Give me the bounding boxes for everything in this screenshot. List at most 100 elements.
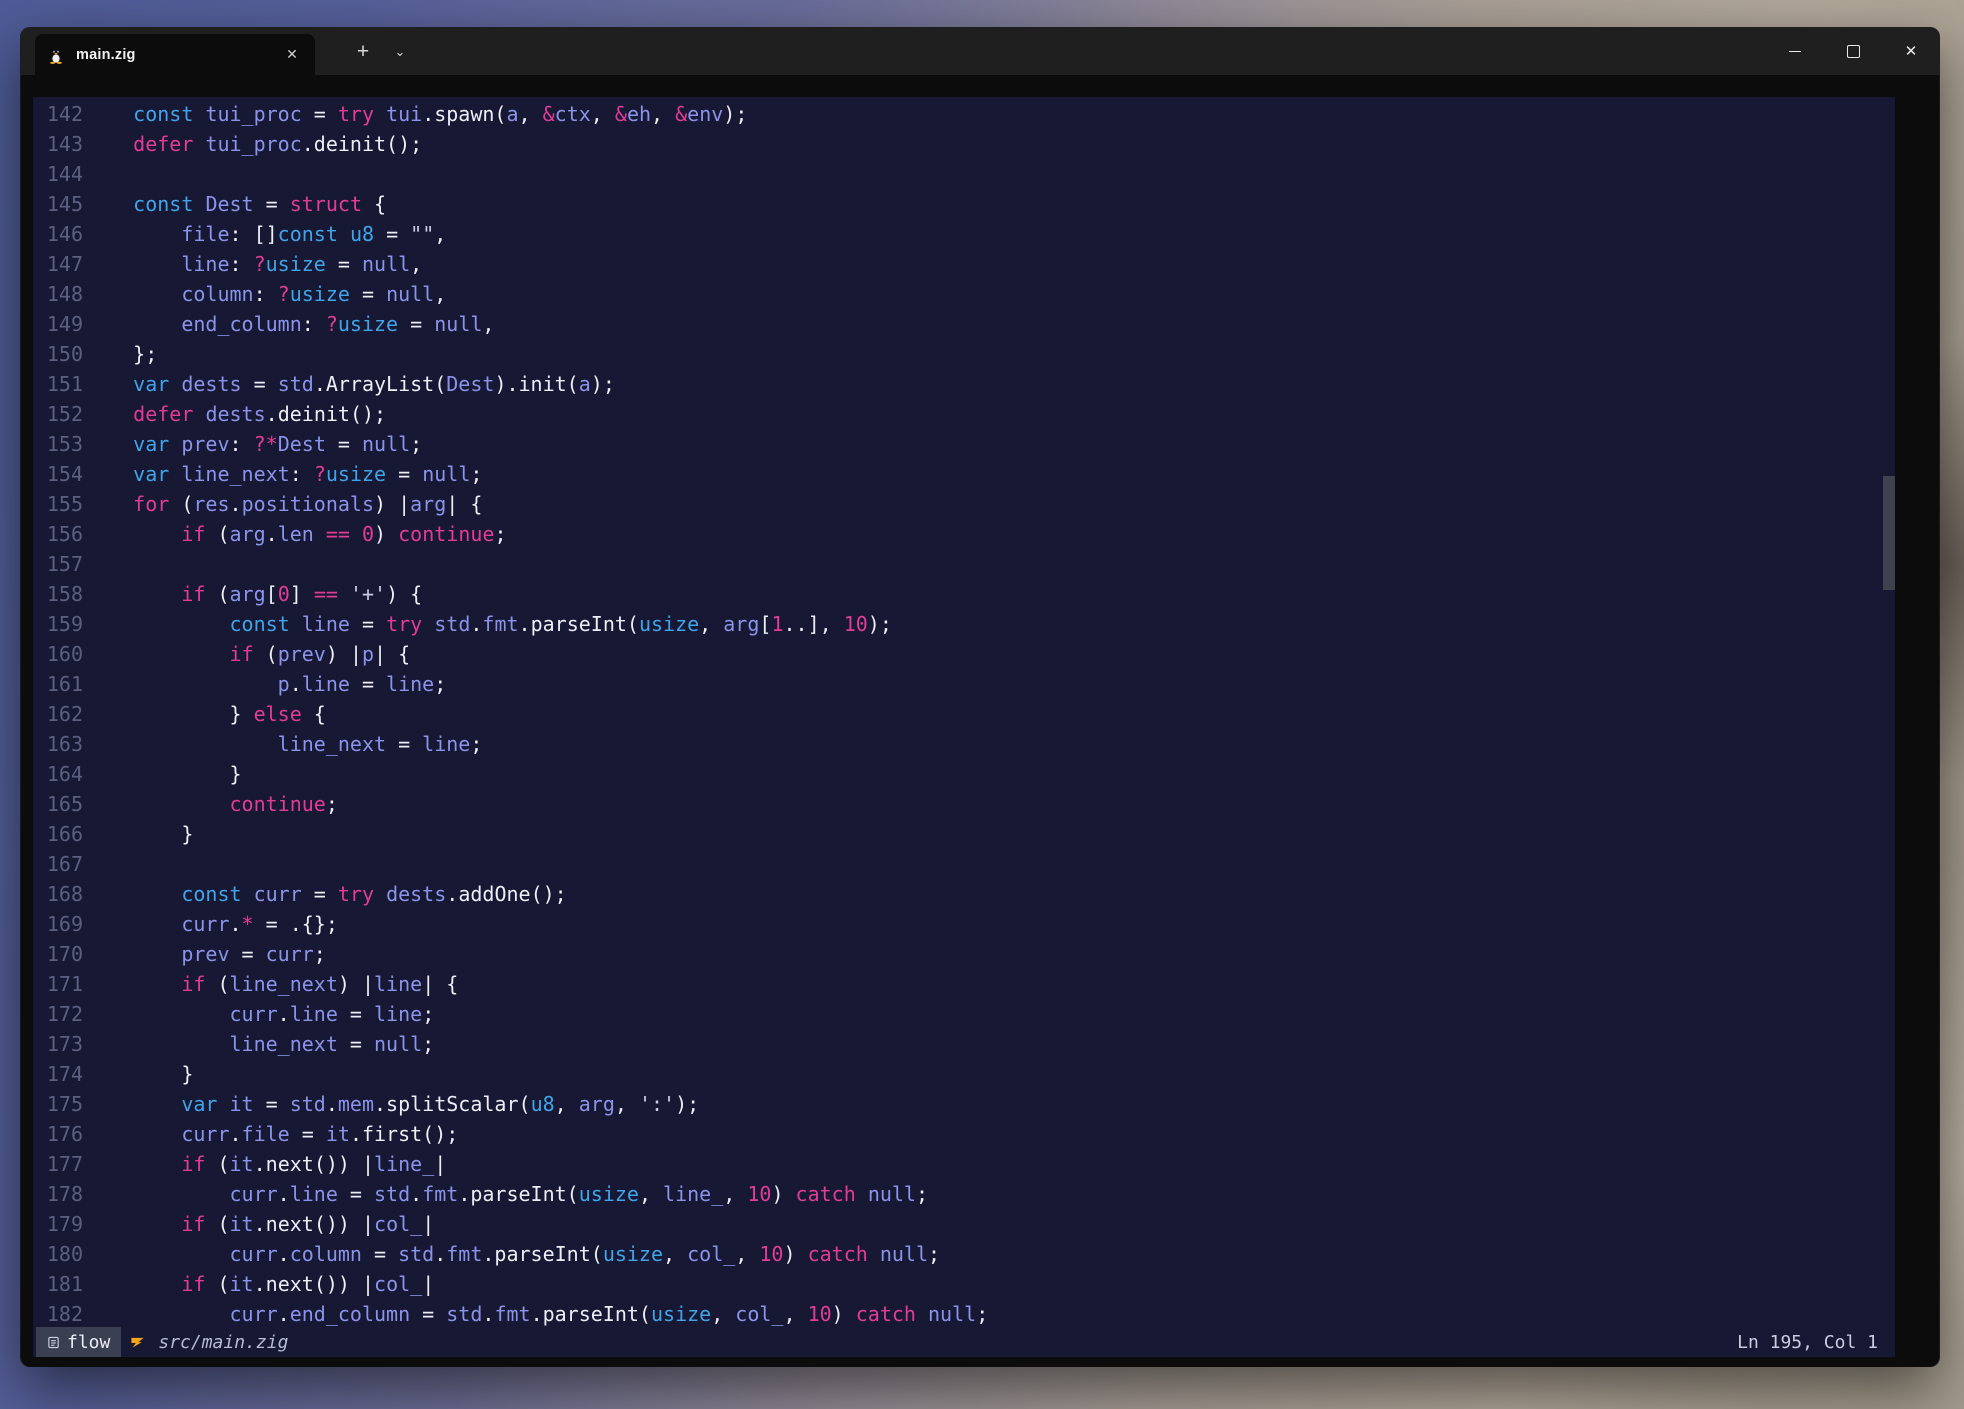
code-line[interactable]: 144 <box>33 159 1895 189</box>
line-number: 174 <box>33 1059 83 1089</box>
code-line[interactable]: 169 curr.* = .{}; <box>33 909 1895 939</box>
code-text: if (prev) |p| { <box>85 639 410 669</box>
code-line[interactable]: 145 const Dest = struct { <box>33 189 1895 219</box>
line-number: 146 <box>33 219 83 249</box>
code-line[interactable]: 153 var prev: ?*Dest = null; <box>33 429 1895 459</box>
line-number: 150 <box>33 339 83 369</box>
code-line[interactable]: 182 curr.end_column = std.fmt.parseInt(u… <box>33 1299 1895 1329</box>
code-line[interactable]: 164 } <box>33 759 1895 789</box>
line-number: 167 <box>33 849 83 879</box>
line-number: 148 <box>33 279 83 309</box>
terminal-window: main.zig ✕ + ⌄ ✕ 142 const tui_proc = tr… <box>20 27 1940 1367</box>
close-icon: ✕ <box>1905 42 1918 60</box>
code-line[interactable]: 162 } else { <box>33 699 1895 729</box>
code-text: line: ?usize = null, <box>85 249 422 279</box>
code-line[interactable]: 176 curr.file = it.first(); <box>33 1119 1895 1149</box>
line-number: 142 <box>33 99 83 129</box>
code-text: curr.line = line; <box>85 999 434 1029</box>
code-line[interactable]: 160 if (prev) |p| { <box>33 639 1895 669</box>
code-line[interactable]: 147 line: ?usize = null, <box>33 249 1895 279</box>
tux-penguin-icon <box>47 46 65 64</box>
code-line[interactable]: 175 var it = std.mem.splitScalar(u8, arg… <box>33 1089 1895 1119</box>
code-text: p.line = line; <box>85 669 446 699</box>
flow-mode-chip[interactable]: flow <box>36 1327 121 1357</box>
code-line[interactable]: 168 const curr = try dests.addOne(); <box>33 879 1895 909</box>
line-number: 166 <box>33 819 83 849</box>
code-text: if (arg[0] == '+') { <box>85 579 422 609</box>
code-area[interactable]: 142 const tui_proc = try tui.spawn(a, &c… <box>33 99 1895 1329</box>
line-number: 159 <box>33 609 83 639</box>
code-line[interactable]: 155 for (res.positionals) |arg| { <box>33 489 1895 519</box>
maximize-button[interactable] <box>1824 27 1882 75</box>
line-number: 170 <box>33 939 83 969</box>
code-text: file: []const u8 = "", <box>85 219 446 249</box>
line-number: 180 <box>33 1239 83 1269</box>
code-text: }; <box>85 339 157 369</box>
code-line[interactable]: 161 p.line = line; <box>33 669 1895 699</box>
code-line[interactable]: 159 const line = try std.fmt.parseInt(us… <box>33 609 1895 639</box>
code-text: column: ?usize = null, <box>85 279 446 309</box>
code-text: if (it.next()) |col_| <box>85 1269 434 1299</box>
code-text: if (arg.len == 0) continue; <box>85 519 507 549</box>
code-line[interactable]: 157 <box>33 549 1895 579</box>
code-line[interactable]: 180 curr.column = std.fmt.parseInt(usize… <box>33 1239 1895 1269</box>
code-line[interactable]: 143 defer tui_proc.deinit(); <box>33 129 1895 159</box>
code-text: const tui_proc = try tui.spawn(a, &ctx, … <box>85 99 747 129</box>
code-text: var prev: ?*Dest = null; <box>85 429 422 459</box>
line-number: 154 <box>33 459 83 489</box>
code-line[interactable]: 173 line_next = null; <box>33 1029 1895 1059</box>
code-text: curr.end_column = std.fmt.parseInt(usize… <box>85 1299 988 1329</box>
code-text: const curr = try dests.addOne(); <box>85 879 567 909</box>
code-line[interactable]: 149 end_column: ?usize = null, <box>33 309 1895 339</box>
editor-content[interactable]: 142 const tui_proc = try tui.spawn(a, &c… <box>33 97 1895 1357</box>
code-line[interactable]: 181 if (it.next()) |col_| <box>33 1269 1895 1299</box>
code-line[interactable]: 156 if (arg.len == 0) continue; <box>33 519 1895 549</box>
caption-buttons: ✕ <box>1766 27 1940 75</box>
code-line[interactable]: 158 if (arg[0] == '+') { <box>33 579 1895 609</box>
code-line[interactable]: 150 }; <box>33 339 1895 369</box>
code-text: if (it.next()) |col_| <box>85 1209 434 1239</box>
code-line[interactable]: 142 const tui_proc = try tui.spawn(a, &c… <box>33 99 1895 129</box>
code-line[interactable]: 172 curr.line = line; <box>33 999 1895 1029</box>
minimize-button[interactable] <box>1766 27 1824 75</box>
code-line[interactable]: 163 line_next = line; <box>33 729 1895 759</box>
code-line[interactable]: 146 file: []const u8 = "", <box>33 219 1895 249</box>
code-text: prev = curr; <box>85 939 326 969</box>
code-line[interactable]: 167 <box>33 849 1895 879</box>
code-text: curr.line = std.fmt.parseInt(usize, line… <box>85 1179 928 1209</box>
line-number: 143 <box>33 129 83 159</box>
line-number: 164 <box>33 759 83 789</box>
code-line[interactable]: 179 if (it.next()) |col_| <box>33 1209 1895 1239</box>
tab-close-icon[interactable]: ✕ <box>281 44 303 66</box>
code-text: } <box>85 819 193 849</box>
code-text: if (it.next()) |line_| <box>85 1149 446 1179</box>
line-number: 172 <box>33 999 83 1029</box>
code-line[interactable]: 166 } <box>33 819 1895 849</box>
close-button[interactable]: ✕ <box>1882 27 1940 75</box>
line-number: 162 <box>33 699 83 729</box>
tab-dropdown-button[interactable]: ⌄ <box>384 35 416 69</box>
code-line[interactable]: 178 curr.line = std.fmt.parseInt(usize, … <box>33 1179 1895 1209</box>
code-line[interactable]: 152 defer dests.deinit(); <box>33 399 1895 429</box>
line-number: 178 <box>33 1179 83 1209</box>
title-bar[interactable]: main.zig ✕ + ⌄ ✕ <box>20 27 1940 75</box>
code-line[interactable]: 151 var dests = std.ArrayList(Dest).init… <box>33 369 1895 399</box>
status-bar: flow src/main.zig Ln 195, Col 1 <box>33 1327 1895 1357</box>
code-line[interactable]: 154 var line_next: ?usize = null; <box>33 459 1895 489</box>
line-number: 165 <box>33 789 83 819</box>
line-number: 144 <box>33 159 83 189</box>
new-tab-button[interactable]: + <box>344 35 382 69</box>
code-line[interactable]: 177 if (it.next()) |line_| <box>33 1149 1895 1179</box>
scrollbar-thumb[interactable] <box>1883 476 1895 590</box>
line-number: 169 <box>33 909 83 939</box>
code-line[interactable]: 171 if (line_next) |line| { <box>33 969 1895 999</box>
code-line[interactable]: 165 continue; <box>33 789 1895 819</box>
code-line[interactable]: 174 } <box>33 1059 1895 1089</box>
line-number: 181 <box>33 1269 83 1299</box>
code-line[interactable]: 148 column: ?usize = null, <box>33 279 1895 309</box>
line-number: 155 <box>33 489 83 519</box>
tab-main-zig[interactable]: main.zig ✕ <box>35 34 315 75</box>
code-text: line_next = line; <box>85 729 482 759</box>
code-text: if (line_next) |line| { <box>85 969 458 999</box>
code-line[interactable]: 170 prev = curr; <box>33 939 1895 969</box>
